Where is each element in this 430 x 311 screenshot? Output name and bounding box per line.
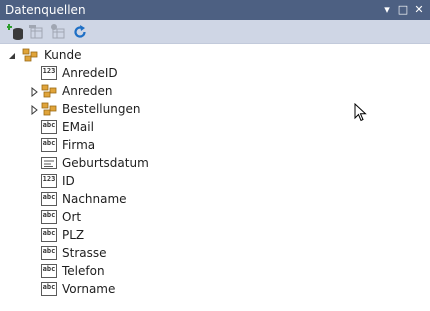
mouse-cursor-icon bbox=[354, 102, 368, 123]
object-icon bbox=[41, 102, 57, 116]
tree-node-label: Bestellungen bbox=[62, 102, 141, 116]
panel-title: Datenquellen bbox=[5, 3, 86, 17]
tree-node-plz[interactable]: abc PLZ bbox=[0, 226, 430, 244]
tree-node-anreden[interactable]: Anreden bbox=[0, 82, 430, 100]
panel-titlebar: Datenquellen ▾ □ ✕ bbox=[0, 0, 430, 20]
tree-node-label: Nachname bbox=[62, 192, 127, 206]
refresh-icon[interactable] bbox=[71, 23, 89, 41]
expand-arrow-icon[interactable] bbox=[30, 86, 39, 98]
edit-dataset-icon[interactable] bbox=[28, 23, 46, 41]
text-field-icon: abc bbox=[41, 210, 57, 224]
numeric-field-icon: 123 bbox=[41, 66, 57, 80]
tree-node-ort[interactable]: abc Ort bbox=[0, 208, 430, 226]
tree-node-id[interactable]: 123 ID bbox=[0, 172, 430, 190]
datasource-tree: Kunde 123 AnredeID Anreden Bestellungen … bbox=[0, 44, 430, 311]
numeric-field-icon: 123 bbox=[41, 174, 57, 188]
tree-node-label: Anreden bbox=[62, 84, 113, 98]
date-field-icon bbox=[41, 156, 57, 170]
close-icon[interactable]: ✕ bbox=[412, 2, 426, 18]
tree-node-kunde[interactable]: Kunde bbox=[0, 46, 430, 64]
tree-node-label: Vorname bbox=[62, 282, 116, 296]
text-field-icon: abc bbox=[41, 120, 57, 134]
tree-node-anredeid[interactable]: 123 AnredeID bbox=[0, 64, 430, 82]
tree-node-label: Kunde bbox=[44, 48, 82, 62]
maximize-icon[interactable]: □ bbox=[396, 2, 410, 18]
text-field-icon: abc bbox=[41, 192, 57, 206]
text-field-icon: abc bbox=[41, 228, 57, 242]
collapse-arrow-icon[interactable] bbox=[8, 50, 17, 60]
text-field-icon: abc bbox=[41, 138, 57, 152]
tree-node-telefon[interactable]: abc Telefon bbox=[0, 262, 430, 280]
object-icon bbox=[22, 48, 38, 62]
tree-node-vorname[interactable]: abc Vorname bbox=[0, 280, 430, 298]
tree-node-firma[interactable]: abc Firma bbox=[0, 136, 430, 154]
tree-node-label: Strasse bbox=[62, 246, 107, 260]
tree-node-label: Telefon bbox=[62, 264, 105, 278]
add-datasource-icon[interactable] bbox=[6, 23, 25, 41]
tree-node-label: PLZ bbox=[62, 228, 85, 242]
expand-arrow-icon[interactable] bbox=[30, 104, 39, 116]
text-field-icon: abc bbox=[41, 246, 57, 260]
tree-node-geburtsdatum[interactable]: Geburtsdatum bbox=[0, 154, 430, 172]
object-icon bbox=[41, 84, 57, 98]
tree-node-strasse[interactable]: abc Strasse bbox=[0, 244, 430, 262]
tree-node-label: Ort bbox=[62, 210, 82, 224]
tree-node-label: ID bbox=[62, 174, 75, 188]
text-field-icon: abc bbox=[41, 282, 57, 296]
tree-node-label: Firma bbox=[62, 138, 96, 152]
tree-node-nachname[interactable]: abc Nachname bbox=[0, 190, 430, 208]
dropdown-icon[interactable]: ▾ bbox=[380, 2, 394, 18]
tree-node-label: EMail bbox=[62, 120, 94, 134]
tree-node-label: Geburtsdatum bbox=[62, 156, 149, 170]
configure-dataset-icon[interactable] bbox=[49, 23, 67, 41]
toolbar bbox=[0, 20, 430, 44]
tree-node-label: AnredeID bbox=[62, 66, 118, 80]
text-field-icon: abc bbox=[41, 264, 57, 278]
